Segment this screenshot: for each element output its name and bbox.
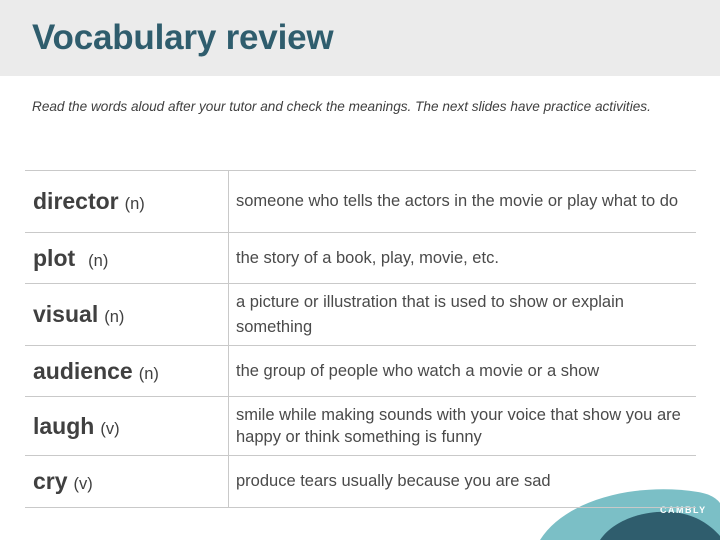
vocab-word: plot [33,244,76,271]
part-of-speech: (v) [100,419,120,438]
vocab-word: audience [33,357,133,384]
part-of-speech: (n) [104,308,125,326]
table-row: visual (n) a picture or illustration that… [25,283,696,346]
definition-cell: smile while making sounds with your voic… [228,396,696,456]
vocab-word: cry [33,468,68,494]
term-cell: laugh (v) [25,396,229,456]
term-cell: audience (n) [25,345,229,397]
definition-cell: someone who tells the actors in the movi… [228,170,696,233]
vocab-word: laugh [33,412,95,439]
vocab-word: visual [33,301,99,327]
term-cell: visual (n) [25,283,229,346]
vocabulary-table: director (n) someone who tells the actors… [25,170,696,508]
table-row: cry (v) produce tears usually because you… [25,455,696,508]
definition-cell: the story of a book, play, movie, etc. [228,232,696,284]
part-of-speech: (n) [138,364,159,383]
table-row: laugh (v) smile while making sounds with … [25,396,696,456]
term-cell: cry (v) [25,455,229,508]
part-of-speech: (v) [73,475,93,493]
definition-cell: produce tears usually because you are sa… [228,455,696,508]
definition-cell: the group of people who watch a movie or… [228,345,696,397]
table-row: audience (n) the group of people who watc… [25,345,696,397]
table-row: plot (n) the story of a book, play, movie… [25,232,696,284]
vocab-word: director [33,188,119,214]
term-cell: director (n) [25,170,229,233]
term-cell: plot (n) [25,232,229,284]
part-of-speech: (n) [124,195,145,213]
table-row: director (n) someone who tells the actors… [25,170,696,233]
part-of-speech: (n) [88,251,109,270]
definition-cell: a picture or illustration that is used t… [228,283,696,346]
